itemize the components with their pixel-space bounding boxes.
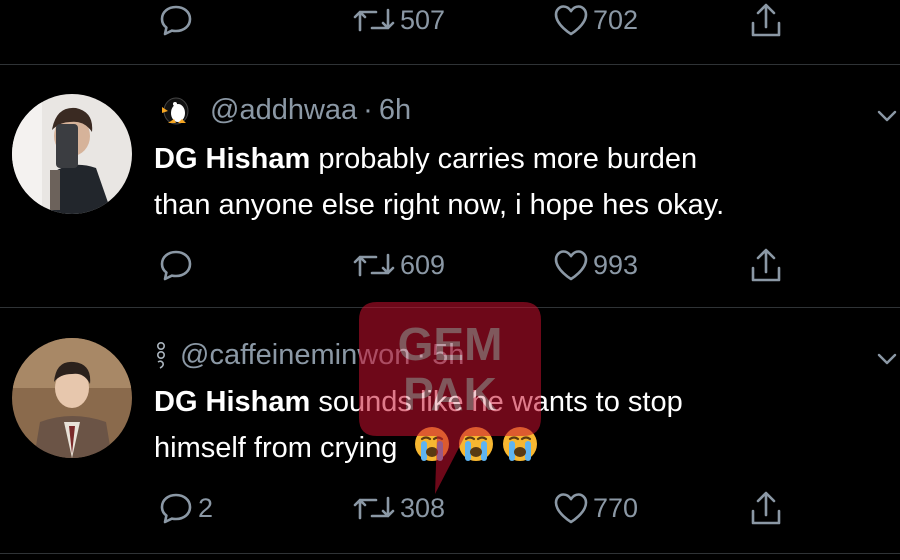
reply-button[interactable] xyxy=(158,0,198,40)
dots-icon xyxy=(154,340,168,370)
retweet-button[interactable]: 308 xyxy=(352,488,445,528)
retweet-icon xyxy=(353,496,395,520)
heart-icon xyxy=(554,250,588,281)
retweet-count: 308 xyxy=(400,492,446,523)
text-segment: probably carries more burden xyxy=(310,143,698,175)
text-segment: himself from crying xyxy=(154,432,398,464)
reply-button[interactable] xyxy=(158,245,198,285)
share-icon xyxy=(751,248,781,282)
action-bar: 2 308 770 xyxy=(0,488,900,528)
tweet-text: DG Hisham probably carries more burden t… xyxy=(154,136,874,228)
crying-emoji-group xyxy=(407,427,539,464)
avatar[interactable] xyxy=(12,94,132,214)
share-icon xyxy=(751,3,781,37)
retweet-count: 609 xyxy=(400,249,446,280)
tweet-line: himself from crying xyxy=(154,425,874,471)
like-count: 702 xyxy=(593,4,639,35)
tweet-handle[interactable]: @addhwaa xyxy=(210,94,357,127)
tweet[interactable]: @addhwaa · 6h DG Hisham probably carries… xyxy=(0,65,900,307)
divider xyxy=(0,553,900,554)
penguin-icon xyxy=(154,95,194,125)
tweet-header: @caffeineminwon · 5h xyxy=(154,335,464,375)
crying-face-icon xyxy=(415,427,450,461)
like-count: 770 xyxy=(593,492,639,523)
like-count: 993 xyxy=(593,249,639,280)
retweet-button[interactable]: 507 xyxy=(352,0,445,40)
share-button[interactable] xyxy=(748,245,784,285)
tweet-header: @addhwaa · 6h xyxy=(154,90,411,130)
tweet[interactable]: @caffeineminwon · 5h DG Hisham sounds li… xyxy=(0,308,900,560)
crying-face-icon xyxy=(459,427,494,461)
tweet-time: 6h xyxy=(378,93,412,126)
like-button[interactable]: 993 xyxy=(553,245,638,285)
tweet-handle[interactable]: @caffeineminwon xyxy=(180,339,410,372)
tweet-line: DG Hisham sounds like he wants to stop xyxy=(154,379,874,425)
bold-text: DG Hisham xyxy=(154,386,311,418)
bold-text: DG Hisham xyxy=(154,143,311,175)
heart-icon xyxy=(554,493,588,524)
reply-icon xyxy=(160,250,192,281)
avatar[interactable] xyxy=(12,338,132,458)
tweet-text: DG Hisham sounds like he wants to stop h… xyxy=(154,379,874,471)
like-button[interactable]: 770 xyxy=(553,488,638,528)
like-button[interactable]: 702 xyxy=(553,0,638,40)
share-button[interactable] xyxy=(748,0,784,40)
retweet-count: 507 xyxy=(400,4,446,35)
action-bar: 609 993 xyxy=(0,245,900,285)
retweet-button[interactable]: 609 xyxy=(352,245,445,285)
reply-count: 2 xyxy=(198,492,214,523)
retweet-icon xyxy=(353,8,395,32)
chevron-down-icon[interactable] xyxy=(876,348,898,370)
reply-icon xyxy=(160,5,192,36)
reply-button[interactable]: 2 xyxy=(158,488,213,528)
top-action-bar: 507 702 xyxy=(0,0,900,40)
crying-face-icon xyxy=(503,427,538,461)
share-icon xyxy=(751,491,781,525)
share-button[interactable] xyxy=(748,488,784,528)
reply-icon xyxy=(160,493,192,524)
tweet-time: 5h xyxy=(432,338,465,371)
chevron-down-icon[interactable] xyxy=(876,105,898,127)
tweet-line: DG Hisham probably carries more burden xyxy=(154,136,874,182)
retweet-icon xyxy=(353,253,395,277)
separator: · xyxy=(416,338,427,371)
separator: · xyxy=(363,93,373,126)
tweet-line: than anyone else right now, i hope hes o… xyxy=(154,189,725,221)
text-segment: sounds like he wants to stop xyxy=(310,386,683,418)
heart-icon xyxy=(554,5,588,36)
